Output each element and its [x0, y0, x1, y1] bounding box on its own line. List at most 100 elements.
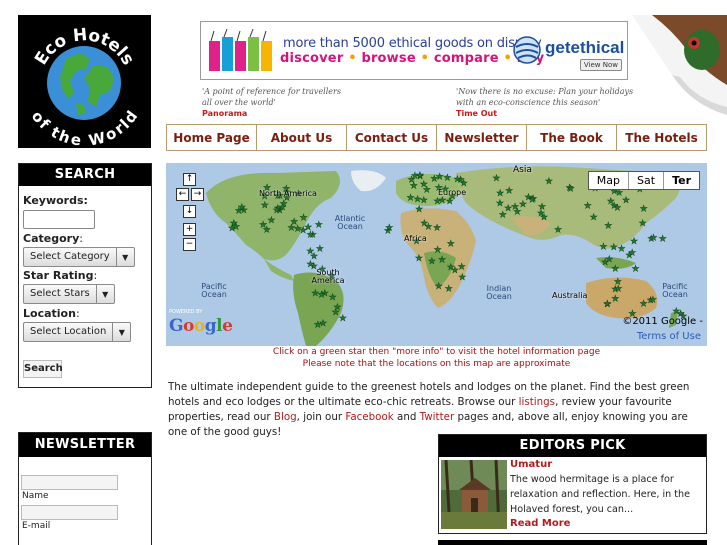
hotel-star-marker[interactable]: ★: [299, 226, 307, 236]
hotel-star-marker[interactable]: ★: [261, 201, 269, 211]
hotel-star-marker[interactable]: ★: [658, 234, 667, 245]
hotel-star-marker[interactable]: ★: [287, 223, 295, 233]
hotel-star-marker[interactable]: ★: [232, 222, 240, 233]
hotel-star-marker[interactable]: ★: [331, 308, 340, 318]
pan-up-button[interactable]: ↑: [183, 173, 196, 186]
zoom-out-button[interactable]: −: [183, 238, 196, 251]
hotel-star-marker[interactable]: ★: [545, 177, 553, 187]
hotel-star-marker[interactable]: ★: [566, 184, 575, 194]
hotel-star-marker[interactable]: ★: [605, 255, 613, 265]
hotel-star-marker[interactable]: ★: [316, 244, 324, 254]
hotel-star-marker[interactable]: ★: [505, 186, 513, 197]
hotel-star-marker[interactable]: ★: [638, 219, 647, 229]
hotel-star-marker[interactable]: ★: [420, 219, 428, 229]
hotel-star-marker[interactable]: ★: [496, 189, 504, 199]
hotel-star-marker[interactable]: ★: [445, 285, 453, 295]
newsletter-name-input[interactable]: [21, 475, 118, 490]
zoom-in-button[interactable]: +: [183, 223, 196, 236]
getethical-banner-ad[interactable]: more than 5000 ethical goods on display …: [200, 21, 628, 80]
hotel-star-marker[interactable]: ★: [630, 237, 638, 247]
hotel-star-marker[interactable]: ★: [496, 199, 504, 209]
twitter-link[interactable]: Twitter: [420, 411, 455, 423]
hotel-star-marker[interactable]: ★: [511, 202, 519, 212]
hotel-star-marker[interactable]: ★: [416, 171, 424, 181]
hotel-star-marker[interactable]: ★: [438, 255, 446, 265]
nav-home[interactable]: Home Page: [167, 125, 257, 150]
hotel-star-marker[interactable]: ★: [649, 233, 658, 243]
nav-contact-us[interactable]: Contact Us: [347, 125, 437, 150]
star-rating-select[interactable]: Select Stars ▼: [23, 284, 115, 304]
hotel-star-marker[interactable]: ★: [314, 320, 322, 331]
hotel-star-marker[interactable]: ★: [428, 257, 436, 267]
hotel-star-marker[interactable]: ★: [415, 205, 423, 215]
hotel-star-marker[interactable]: ★: [613, 203, 621, 214]
hotel-star-marker[interactable]: ★: [299, 213, 308, 224]
hotel-star-marker[interactable]: ★: [306, 230, 314, 240]
hotel-star-marker[interactable]: ★: [328, 293, 337, 303]
hotel-star-marker[interactable]: ★: [445, 197, 454, 207]
hotel-star-marker[interactable]: ★: [554, 225, 562, 236]
hotel-star-marker[interactable]: ★: [583, 201, 592, 212]
site-logo[interactable]: Eco Hotels of the World: [18, 15, 151, 148]
hotel-star-marker[interactable]: ★: [406, 193, 415, 204]
map-type-sat[interactable]: Sat: [629, 172, 665, 189]
facebook-link[interactable]: Facebook: [345, 411, 393, 423]
hotel-star-marker[interactable]: ★: [611, 294, 619, 304]
hotel-star-marker[interactable]: ★: [238, 203, 246, 213]
hotel-map[interactable]: ★ ★ ★ ★ ★ ★ ★ ★ ★ ★ ★ ★ ★ ★ ★ ★ ★ ★ ★ ★ ★ ★ ★ ★ ★ ★ ★ ★ ★ ★ ★ ★ ★ ★ ★ ★ ★ ★ ★ ★…: [166, 163, 707, 346]
google-logo[interactable]: Google: [169, 316, 233, 336]
hotel-star-marker[interactable]: ★: [528, 195, 536, 205]
hotel-star-marker[interactable]: ★: [438, 196, 446, 206]
category-select[interactable]: Select Category ▼: [23, 247, 135, 267]
hotel-star-marker[interactable]: ★: [604, 221, 612, 231]
hotel-star-marker[interactable]: ★: [263, 225, 271, 235]
hotel-star-marker[interactable]: ★: [339, 314, 347, 324]
hotel-star-marker[interactable]: ★: [273, 206, 281, 216]
hotel-star-marker[interactable]: ★: [457, 262, 466, 273]
map-type-map[interactable]: Map: [589, 172, 630, 189]
blog-link[interactable]: Blog: [274, 411, 297, 423]
hotel-star-marker[interactable]: ★: [610, 243, 618, 253]
search-button[interactable]: Search: [23, 360, 63, 378]
listings-link[interactable]: listings: [519, 396, 555, 408]
hotel-star-marker[interactable]: ★: [649, 295, 657, 305]
hotel-star-marker[interactable]: ★: [603, 299, 611, 309]
hotel-star-marker[interactable]: ★: [433, 223, 441, 234]
nav-the-hotels[interactable]: The Hotels: [617, 125, 706, 150]
hotel-star-marker[interactable]: ★: [453, 175, 461, 185]
hotel-star-marker[interactable]: ★: [410, 181, 418, 192]
hotel-star-marker[interactable]: ★: [458, 273, 466, 283]
hotel-star-marker[interactable]: ★: [420, 180, 428, 190]
hotel-star-marker[interactable]: ★: [614, 284, 622, 294]
hotel-star-marker[interactable]: ★: [315, 220, 323, 231]
hotel-star-marker[interactable]: ★: [622, 196, 630, 206]
keywords-input[interactable]: [23, 210, 95, 229]
hotel-star-marker[interactable]: ★: [639, 299, 648, 309]
view-now-button[interactable]: View Now: [579, 59, 622, 71]
hotel-photo[interactable]: [441, 460, 507, 529]
terms-of-use-link[interactable]: Terms of Use: [637, 331, 701, 342]
hotel-star-marker[interactable]: ★: [306, 247, 314, 257]
hotel-star-marker[interactable]: ★: [311, 289, 319, 299]
hotel-star-marker[interactable]: ★: [611, 264, 619, 274]
hotel-star-marker[interactable]: ★: [492, 174, 500, 184]
hotel-star-marker[interactable]: ★: [433, 245, 442, 255]
pan-right-button[interactable]: →: [191, 188, 204, 201]
hotel-star-marker[interactable]: ★: [447, 239, 455, 249]
location-select[interactable]: Select Location ▼: [23, 322, 132, 342]
read-more-link[interactable]: Read More: [510, 518, 570, 529]
pan-down-button[interactable]: ↓: [183, 205, 196, 218]
hotel-star-marker[interactable]: ★: [639, 204, 648, 214]
hotel-star-marker[interactable]: ★: [434, 282, 443, 292]
hotel-star-marker[interactable]: ★: [599, 242, 607, 252]
hotel-star-marker[interactable]: ★: [385, 223, 393, 234]
hotel-star-marker[interactable]: ★: [415, 254, 423, 264]
hotel-star-marker[interactable]: ★: [540, 213, 548, 223]
nav-about-us[interactable]: About Us: [257, 125, 347, 150]
newsletter-email-input[interactable]: [21, 505, 118, 520]
hotel-star-marker[interactable]: ★: [628, 248, 636, 258]
pan-left-button[interactable]: ←: [176, 188, 189, 201]
hotel-star-marker[interactable]: ★: [443, 173, 451, 184]
hotel-star-marker[interactable]: ★: [519, 200, 527, 210]
editors-pick-hotel-link[interactable]: Umatur: [510, 459, 552, 470]
